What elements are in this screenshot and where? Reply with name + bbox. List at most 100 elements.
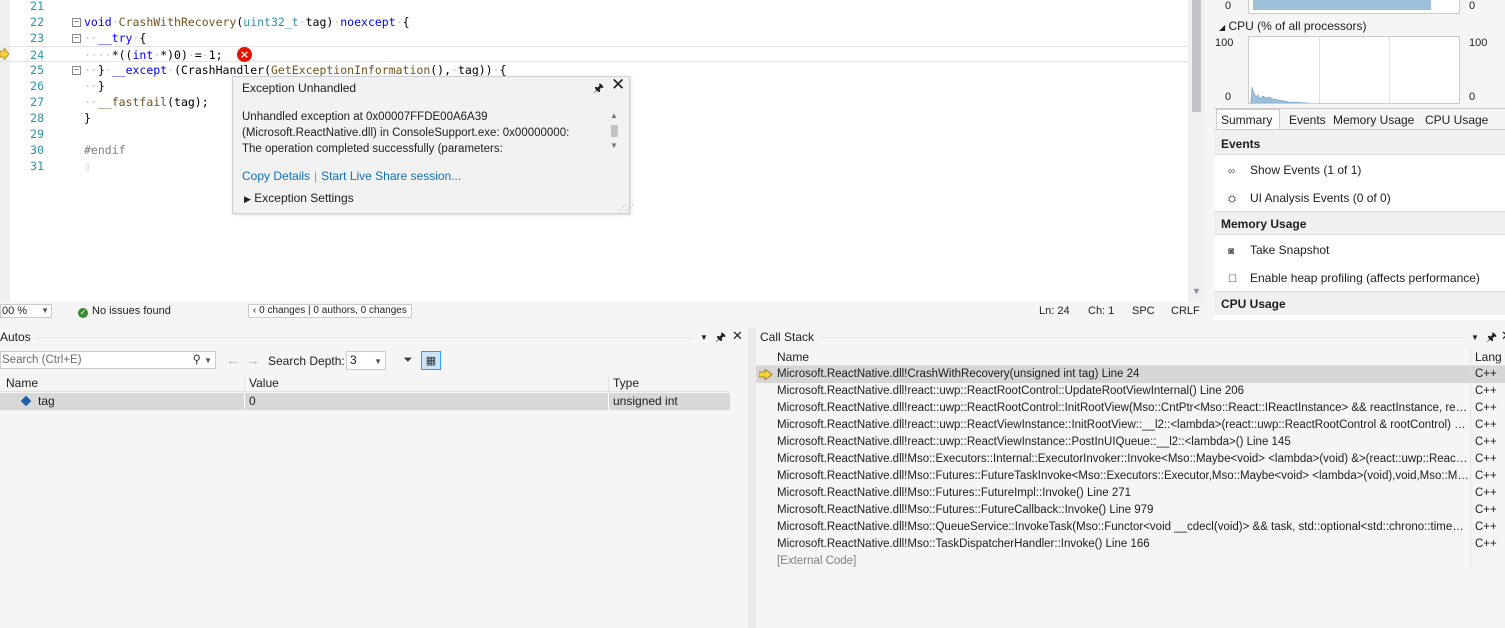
table-row[interactable]: tag 0 unsigned int bbox=[0, 393, 730, 410]
checkbox-icon[interactable]: ☐ bbox=[1228, 274, 1242, 285]
take-snapshot-row[interactable]: ◙ Take Snapshot bbox=[1228, 243, 1329, 257]
zoom-select[interactable]: 00 % ▼ bbox=[0, 304, 52, 318]
call-stack-title: Call Stack bbox=[760, 330, 815, 344]
scroll-up-icon[interactable]: ▲ bbox=[610, 111, 618, 120]
column-header-name[interactable]: Name bbox=[777, 348, 809, 366]
cpu-graph-title[interactable]: ◢ CPU (% of all processors) bbox=[1219, 19, 1367, 33]
exception-title: Exception Unhandled bbox=[242, 81, 357, 95]
code-token: GetExceptionInformation bbox=[271, 63, 431, 77]
error-icon[interactable]: × bbox=[237, 47, 252, 62]
current-frame-arrow-icon bbox=[759, 369, 772, 380]
stack-frame-row[interactable]: Microsoft.ReactNative.dll!Mso::Futures::… bbox=[756, 468, 1505, 485]
line-number: 29 bbox=[30, 127, 44, 141]
stack-frame-row[interactable]: Microsoft.ReactNative.dll!react::uwp::Re… bbox=[756, 434, 1505, 451]
code-line[interactable]: 24 ····*((int·*)0)·=·1; bbox=[0, 46, 1190, 62]
close-icon[interactable]: ✕ bbox=[732, 326, 743, 346]
search-placeholder: Search (Ctrl+E) bbox=[2, 354, 82, 366]
window-options-icon[interactable]: ▼ bbox=[1471, 328, 1479, 348]
variable-value[interactable]: 0 bbox=[249, 393, 256, 410]
stack-frame-row[interactable]: Microsoft.ReactNative.dll!CrashWithRecov… bbox=[756, 366, 1505, 383]
stack-frame-name: Microsoft.ReactNative.dll!react::uwp::Re… bbox=[777, 385, 1245, 397]
message-scrollbar[interactable]: ▲ ▼ bbox=[610, 111, 620, 153]
chevron-down-icon[interactable]: ▼ bbox=[204, 353, 212, 369]
stack-frame-row[interactable]: Microsoft.ReactNative.dll!react::uwp::Re… bbox=[756, 417, 1505, 434]
tab-cpu-usage[interactable]: CPU Usage bbox=[1425, 113, 1488, 127]
stack-frame-row[interactable]: Microsoft.ReactNative.dll!react::uwp::Re… bbox=[756, 383, 1505, 400]
stack-frame-row[interactable]: Microsoft.ReactNative.dll!Mso::Futures::… bbox=[756, 485, 1505, 502]
stack-frame-row[interactable]: Microsoft.ReactNative.dll!Mso::Executors… bbox=[756, 451, 1505, 468]
code-token: __fastfail bbox=[97, 95, 168, 109]
show-events-row[interactable]: ∞ Show Events (1 of 1) bbox=[1228, 163, 1361, 177]
pin-icon[interactable]: 🖈 bbox=[1486, 327, 1497, 347]
exception-settings-expander[interactable]: ▶ Exception Settings bbox=[244, 191, 354, 205]
column-header-name[interactable]: Name bbox=[6, 374, 38, 392]
scroll-down-icon[interactable]: ▼ bbox=[610, 141, 618, 150]
fold-toggle-icon[interactable]: − bbox=[72, 34, 81, 43]
scrollbar-thumb[interactable] bbox=[611, 125, 618, 137]
exception-message-line: The operation completed successfully (pa… bbox=[242, 143, 503, 155]
column-header-lang[interactable]: Lang bbox=[1475, 348, 1502, 366]
column-divider bbox=[244, 393, 245, 410]
search-depth-select[interactable]: 3 ▼ bbox=[346, 351, 386, 370]
summary-content: Events ∞ Show Events (1 of 1) ⛭ UI Analysi… bbox=[1214, 129, 1505, 320]
code-token: · bbox=[187, 48, 195, 62]
code-token: { bbox=[402, 15, 410, 29]
line-ending-indicator[interactable]: CRLF bbox=[1171, 302, 1200, 320]
fold-toggle-icon[interactable]: − bbox=[72, 66, 81, 75]
stack-frame-row[interactable]: [External Code] bbox=[756, 553, 1505, 570]
forward-arrow-icon[interactable]: → bbox=[246, 352, 260, 368]
pin-icon[interactable]: 🖈 bbox=[593, 79, 604, 100]
column-divider[interactable] bbox=[608, 374, 609, 392]
pin-icon[interactable]: 🖈 bbox=[715, 327, 726, 347]
code-line[interactable]: 23 − ··__try·{ bbox=[0, 30, 1190, 46]
stack-frame-name: Microsoft.ReactNative.dll!Mso::QueueServ… bbox=[777, 521, 1470, 533]
stack-frame-row[interactable]: Microsoft.ReactNative.dll!Mso::QueueServ… bbox=[756, 519, 1505, 536]
tab-events[interactable]: Events bbox=[1289, 113, 1326, 127]
stack-frame-row[interactable]: Microsoft.ReactNative.dll!Mso::TaskDispa… bbox=[756, 536, 1505, 553]
search-input[interactable]: Search (Ctrl+E) ⚲ ▼ bbox=[0, 351, 216, 369]
line-indicator[interactable]: Ln: 24 bbox=[1039, 302, 1070, 320]
column-divider[interactable] bbox=[1470, 348, 1471, 366]
call-stack-title-bar[interactable]: Call Stack ▼ 🖈 ✕ bbox=[756, 327, 1505, 347]
pane-splitter[interactable] bbox=[748, 327, 756, 628]
issues-indicator[interactable]: ✓ No issues found bbox=[78, 302, 171, 320]
live-share-link[interactable]: Start Live Share session... bbox=[321, 169, 461, 183]
back-arrow-icon[interactable]: ← bbox=[226, 352, 240, 368]
column-header-type[interactable]: Type bbox=[613, 374, 639, 392]
autos-title-bar[interactable]: Autos ▼ 🖈 ✕ bbox=[0, 327, 748, 347]
column-header-value[interactable]: Value bbox=[249, 374, 279, 392]
call-stack-rows: Microsoft.ReactNative.dll!CrashWithRecov… bbox=[756, 366, 1505, 570]
column-indicator[interactable]: Ch: 1 bbox=[1088, 302, 1114, 320]
heap-profiling-row[interactable]: ☐ Enable heap profiling (affects performa… bbox=[1228, 271, 1480, 285]
hex-display-icon[interactable]: ▦ bbox=[421, 351, 441, 370]
code-line[interactable]: 21 bbox=[0, 0, 1190, 14]
filter-icon[interactable]: ⏷ bbox=[398, 351, 418, 370]
stack-frame-name: Microsoft.ReactNative.dll!Mso::Futures::… bbox=[777, 470, 1470, 482]
axis-label: 100 bbox=[1215, 37, 1234, 49]
axis-label: 0 bbox=[1469, 0, 1476, 12]
code-line[interactable]: 22 − void·CrashWithRecovery(uint32_t·tag)·… bbox=[0, 14, 1190, 30]
tab-summary[interactable]: Summary bbox=[1221, 113, 1272, 127]
stack-frame-language: C++ bbox=[1475, 385, 1497, 397]
call-stack-grid-header: Name Lang bbox=[756, 348, 1505, 366]
variable-icon bbox=[20, 395, 32, 407]
stack-frame-row[interactable]: Microsoft.ReactNative.dll!react::uwp::Re… bbox=[756, 400, 1505, 417]
fold-toggle-icon[interactable]: − bbox=[72, 18, 81, 27]
scrollbar-thumb[interactable] bbox=[1192, 0, 1201, 112]
scroll-down-icon[interactable]: ▼ bbox=[1188, 286, 1205, 300]
copy-details-link[interactable]: Copy Details bbox=[242, 169, 310, 183]
git-changes-indicator[interactable]: ‹ 0 changes | 0 authors, 0 changes bbox=[248, 304, 412, 318]
code-token: __try bbox=[97, 31, 133, 45]
window-options-icon[interactable]: ▼ bbox=[700, 328, 708, 348]
resize-grip-icon[interactable]: ⋰⋰ bbox=[619, 203, 634, 212]
search-icon[interactable]: ⚲ bbox=[193, 352, 201, 368]
whitespace-indicator[interactable]: SPC bbox=[1132, 302, 1155, 320]
ui-analysis-row[interactable]: ⛭ UI Analysis Events (0 of 0) bbox=[1228, 191, 1391, 205]
close-icon[interactable]: ✕ bbox=[1501, 326, 1505, 346]
editor-vertical-scrollbar[interactable]: ▼ bbox=[1188, 0, 1205, 302]
close-icon[interactable]: ✕ bbox=[611, 75, 625, 95]
take-snapshot-label: Take Snapshot bbox=[1250, 243, 1330, 257]
column-divider[interactable] bbox=[244, 374, 245, 392]
tab-memory-usage[interactable]: Memory Usage bbox=[1333, 113, 1414, 127]
stack-frame-row[interactable]: Microsoft.ReactNative.dll!Mso::Futures::… bbox=[756, 502, 1505, 519]
